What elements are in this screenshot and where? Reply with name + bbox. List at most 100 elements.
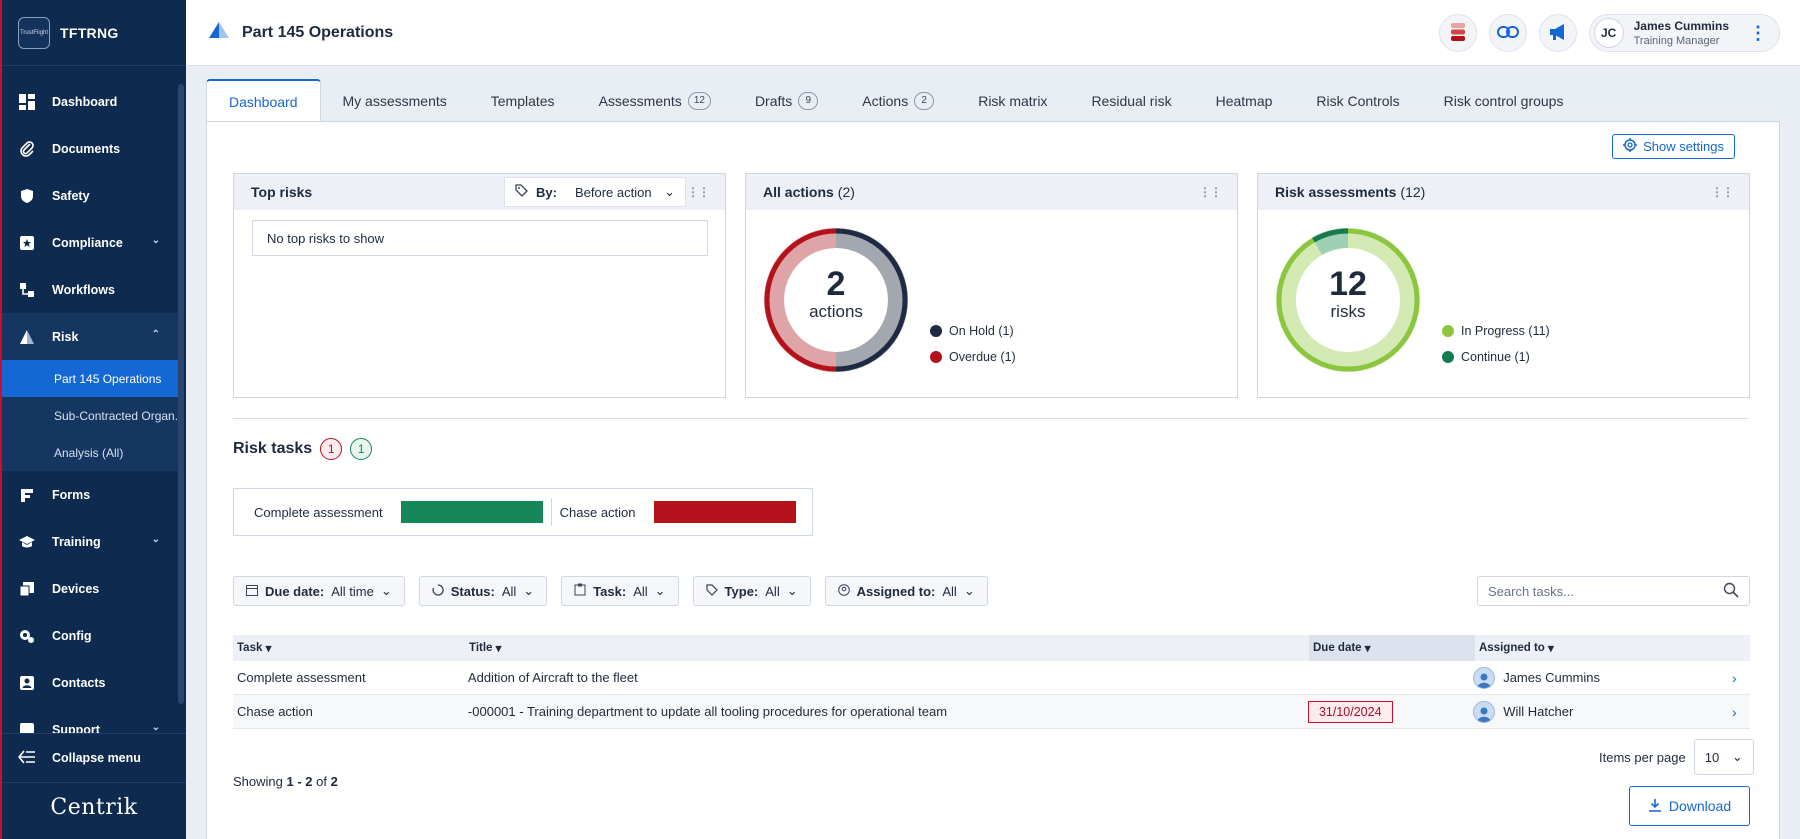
column-header-due-date[interactable]: Due date ▾ <box>1309 635 1475 661</box>
tab-drafts[interactable]: Drafts 9 <box>733 79 840 122</box>
risk-tasks-heading: Risk tasks 1 1 <box>233 438 373 460</box>
row-chevron-right-icon[interactable]: › <box>1728 704 1750 720</box>
tab-label: Templates <box>490 92 555 109</box>
sidebar-item-label: Training <box>52 534 101 549</box>
risks-donut-chart[interactable]: 12 risks <box>1276 228 1420 372</box>
download-button[interactable]: Download <box>1629 786 1750 826</box>
tab-heatmap[interactable]: Heatmap <box>1194 79 1295 122</box>
sidebar-item-support[interactable]: Support ⌄ <box>2 706 178 733</box>
tab-dashboard[interactable]: Dashboard <box>206 79 321 122</box>
items-per-page-label: Items per page <box>1599 749 1686 765</box>
gear-icon <box>1623 138 1638 155</box>
search-icon[interactable] <box>1723 582 1739 601</box>
legend-item[interactable]: In Progress (11) <box>1442 324 1550 338</box>
brand[interactable]: TrustFlight TFTRNG <box>2 0 186 66</box>
legend-dot <box>930 351 942 363</box>
sidebar-item-forms[interactable]: Forms <box>2 471 178 518</box>
sidebar-item-compliance[interactable]: Compliance ⌄ <box>2 219 178 266</box>
legend-dot <box>930 325 942 337</box>
kebab-menu-icon[interactable]: ⋮ <box>1749 23 1767 44</box>
due-date-filter[interactable]: Due date: All time ⌄ <box>233 576 405 606</box>
row-chevron-right-icon[interactable]: › <box>1728 670 1750 686</box>
sidebar-item-label: Compliance <box>52 235 123 250</box>
show-settings-button[interactable]: Show settings <box>1612 134 1735 159</box>
drag-handle-icon[interactable]: ⋮⋮ <box>1711 185 1734 199</box>
sidebar-item-documents[interactable]: Documents <box>2 125 178 172</box>
legend-item[interactable]: Continue (1) <box>1442 350 1550 364</box>
assigned-to-filter[interactable]: Assigned to: All ⌄ <box>824 576 988 606</box>
tab-label: Dashboard <box>229 93 298 110</box>
legend-item[interactable]: On Hold (1) <box>930 324 1016 338</box>
sidebar-item-label: Dashboard <box>52 94 118 109</box>
collapse-menu-button[interactable]: Collapse menu <box>2 733 186 783</box>
sidebar-item-config[interactable]: Config <box>2 612 178 659</box>
table-row[interactable]: Complete assessment Addition of Aircraft… <box>233 661 1750 695</box>
user-avatar-icon <box>1473 700 1496 723</box>
tab-actions[interactable]: Actions 2 <box>840 79 956 122</box>
sidebar-item-workflows[interactable]: Workflows <box>2 266 178 313</box>
drag-handle-icon[interactable]: ⋮⋮ <box>1199 185 1222 199</box>
database-button[interactable] <box>1438 14 1477 52</box>
workflow-icon <box>18 281 36 299</box>
shield-icon <box>18 187 36 205</box>
link-button[interactable] <box>1488 14 1527 52</box>
donut-total: 12 <box>1329 265 1367 303</box>
search-input[interactable] <box>1488 583 1723 599</box>
section-divider <box>233 418 1748 419</box>
sidebar-item-risk[interactable]: Risk ⌃ <box>2 313 178 360</box>
status-filter[interactable]: Status: All ⌄ <box>418 576 548 606</box>
summary-separator <box>550 498 552 526</box>
task-filter[interactable]: Task: All ⌄ <box>561 576 679 606</box>
announcements-button[interactable] <box>1538 14 1577 52</box>
chevron-down-icon: ⌄ <box>380 583 392 598</box>
overdue-date-badge: 31/10/2024 <box>1307 700 1393 723</box>
showing-prefix: Showing <box>233 774 283 789</box>
actions-donut-chart[interactable]: 2 actions <box>764 228 908 372</box>
collapse-menu-icon <box>17 749 36 767</box>
chase-action-bar[interactable] <box>653 501 796 523</box>
complete-assessment-bar[interactable] <box>400 501 543 523</box>
sidebar-subitem-part-145[interactable]: Part 145 Operations <box>2 360 178 397</box>
card-title: All actions <box>763 184 834 200</box>
risk-tasks-title: Risk tasks <box>233 440 313 457</box>
sidebar-item-training[interactable]: Training ⌄ <box>2 518 178 565</box>
tab-assessments[interactable]: Assessments 12 <box>577 79 733 122</box>
sidebar-item-contacts[interactable]: Contacts <box>2 659 178 706</box>
tab-risk-matrix[interactable]: Risk matrix <box>956 79 1069 122</box>
user-name: James Cummins <box>1633 19 1729 33</box>
devices-icon <box>18 580 36 598</box>
table-row[interactable]: Chase action -000001 - Training departme… <box>233 695 1750 729</box>
sidebar-scrollbar[interactable] <box>178 84 184 704</box>
user-menu[interactable]: JC James Cummins Training Manager ⋮ <box>1588 14 1780 52</box>
tab-residual-risk[interactable]: Residual risk <box>1069 79 1193 122</box>
chevron-down-icon: ⌄ <box>786 583 798 598</box>
sidebar-item-safety[interactable]: Safety <box>2 172 178 219</box>
sidebar-subitem-analysis[interactable]: Analysis (All) <box>2 434 178 471</box>
type-filter[interactable]: Type: All ⌄ <box>692 576 811 606</box>
showing-of: of <box>316 774 327 789</box>
sidebar-item-dashboard[interactable]: Dashboard <box>2 78 178 125</box>
sidebar-item-devices[interactable]: Devices <box>2 565 178 612</box>
status-circle-icon <box>432 583 444 599</box>
tab-my-assessments[interactable]: My assessments <box>321 79 469 122</box>
sidebar-subitem-sub-contracted[interactable]: Sub-Contracted Organ... <box>2 397 178 434</box>
drag-handle-icon[interactable]: ⋮⋮ <box>687 185 710 199</box>
sidebar-item-label: Config <box>52 628 92 643</box>
actions-legend: On Hold (1) Overdue (1) <box>930 324 1016 376</box>
tab-label: Residual risk <box>1091 92 1172 109</box>
column-header-title[interactable]: Title ▾ <box>465 635 1309 661</box>
calendar-icon <box>246 584 258 599</box>
cell-assigned-to: James Cummins <box>1469 666 1728 689</box>
tab-templates[interactable]: Templates <box>469 79 577 122</box>
task-filters: Due date: All time ⌄ Status: All ⌄ Task: Al… <box>233 576 988 606</box>
items-per-page-select[interactable]: 10 ⌄ <box>1693 739 1754 775</box>
sidebar: TrustFlight TFTRNG Dashboard Documents S… <box>0 0 186 839</box>
top-risks-by-dropdown[interactable]: By: Before action ⌄ <box>504 177 686 207</box>
cell-title: -000001 - Training department to update … <box>467 704 948 719</box>
brand-logo: TrustFlight <box>18 16 50 49</box>
tab-risk-controls[interactable]: Risk Controls <box>1294 79 1421 122</box>
legend-item[interactable]: Overdue (1) <box>930 350 1016 364</box>
tab-risk-control-groups[interactable]: Risk control groups <box>1422 79 1586 122</box>
column-header-task[interactable]: Task ▾ <box>233 635 465 661</box>
column-header-assigned-to[interactable]: Assigned to ▾ <box>1475 635 1735 661</box>
